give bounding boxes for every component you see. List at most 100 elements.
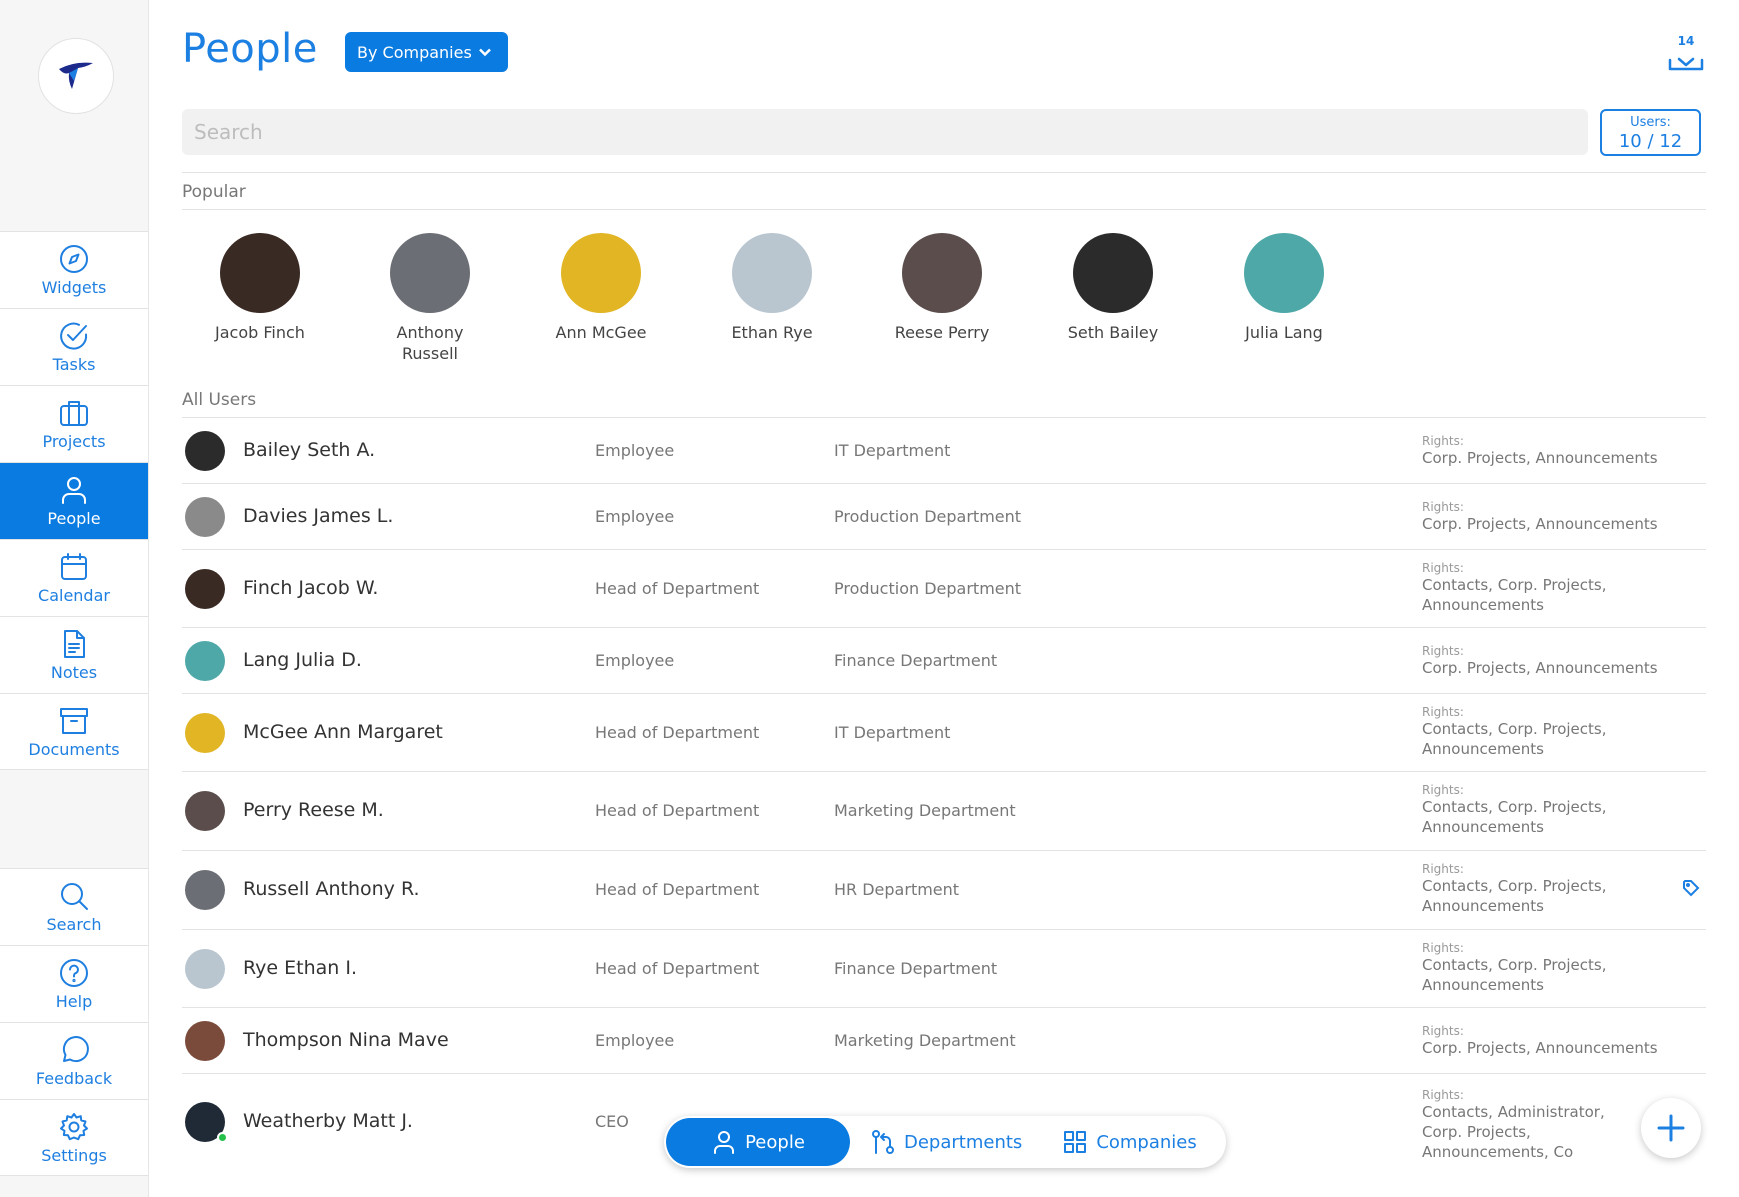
table-row[interactable]: Thompson Nina Mave Employee Marketing De… (182, 1008, 1706, 1074)
table-row[interactable]: Davies James L. Employee Production Depa… (182, 484, 1706, 550)
rights-value: Corp. Projects, Announcements (1422, 515, 1658, 533)
table-row[interactable]: Perry Reese M. Head of Department Market… (182, 772, 1706, 851)
add-user-button[interactable] (1641, 1098, 1701, 1158)
popular-person[interactable]: Anthony Russell (360, 233, 500, 364)
popular-person-name: Ann McGee (555, 323, 647, 342)
rights-label: Rights: (1422, 644, 1464, 658)
popular-person[interactable]: Ethan Rye (702, 233, 842, 343)
help-icon (60, 959, 88, 987)
sidebar: Widgets Tasks Projects People Calendar N… (0, 0, 149, 1197)
sidebar-item-label: Search (46, 915, 102, 934)
popular-person[interactable]: Reese Perry (872, 233, 1012, 343)
rights-value: Contacts, Corp. Projects, Announcements (1422, 877, 1607, 915)
sidebar-bottom-nav: Search Help Feedback Settings (0, 868, 148, 1176)
avatar (185, 569, 225, 609)
avatar (185, 497, 225, 537)
sidebar-main-nav: Widgets Tasks Projects People Calendar N… (0, 231, 148, 770)
main-content: People By Companies 14 Users: 10 / 12 Po… (182, 0, 1706, 1197)
avatar (902, 233, 982, 313)
rights-label: Rights: (1422, 500, 1464, 514)
sidebar-item-settings[interactable]: Settings (0, 1099, 148, 1176)
user-department: Production Department (834, 579, 1022, 598)
user-rights: Rights: Contacts, Corp. Projects, Announ… (1422, 561, 1662, 615)
user-name: Weatherby Matt J. (243, 1110, 413, 1132)
sidebar-item-people[interactable]: People (0, 462, 148, 539)
user-name: Perry Reese M. (243, 799, 384, 821)
avatar (1073, 233, 1153, 313)
sidebar-item-calendar[interactable]: Calendar (0, 539, 148, 616)
avatar (185, 641, 225, 681)
downloads-button[interactable]: 14 (1666, 34, 1706, 74)
person-icon (62, 477, 86, 504)
avatar (185, 1021, 225, 1061)
tab-people[interactable]: People (666, 1118, 850, 1166)
branch-icon (872, 1130, 894, 1154)
table-row[interactable]: Finch Jacob W. Head of Department Produc… (182, 550, 1706, 628)
tab-label: Departments (904, 1131, 1023, 1153)
user-department: Production Department (834, 507, 1022, 526)
sidebar-item-label: Calendar (38, 586, 110, 605)
popular-person-name: Jacob Finch (215, 323, 305, 342)
sidebar-item-label: Documents (28, 739, 120, 759)
chevron-down-icon (478, 48, 491, 57)
popular-person[interactable]: Seth Bailey (1043, 233, 1183, 343)
app-logo[interactable] (38, 38, 114, 114)
user-name: Rye Ethan I. (243, 957, 357, 979)
tab-companies[interactable]: Companies (1042, 1118, 1216, 1166)
sidebar-item-notes[interactable]: Notes (0, 616, 148, 693)
sidebar-item-search[interactable]: Search (0, 868, 148, 945)
search-input[interactable] (182, 109, 1588, 155)
view-switcher: People Departments Companies (664, 1116, 1226, 1168)
table-row[interactable]: Russell Anthony R. Head of Department HR… (182, 851, 1706, 930)
user-role: Employee (595, 507, 675, 526)
downloads-count: 14 (1677, 34, 1695, 48)
sidebar-item-label: Feedback (35, 1069, 113, 1088)
user-rights: Rights: Corp. Projects, Announcements (1422, 500, 1662, 534)
divider (182, 172, 1706, 173)
table-row[interactable]: Bailey Seth A. Employee IT Department Ri… (182, 418, 1706, 484)
avatar (390, 233, 470, 313)
sidebar-item-documents[interactable]: Documents (0, 693, 148, 770)
tab-departments[interactable]: Departments (850, 1118, 1042, 1166)
user-rights: Rights: Contacts, Administrator, Corp. P… (1422, 1088, 1647, 1162)
user-name: Thompson Nina Mave (243, 1029, 449, 1051)
table-row[interactable]: McGee Ann Margaret Head of Department IT… (182, 694, 1706, 772)
group-by-dropdown[interactable]: By Companies (345, 32, 508, 72)
sidebar-item-label: Widgets (41, 278, 107, 297)
divider (182, 209, 1706, 210)
user-rights: Rights: Contacts, Corp. Projects, Announ… (1422, 705, 1662, 759)
all-users-section-label: All Users (182, 390, 257, 410)
user-role: Employee (595, 1031, 675, 1050)
sidebar-item-widgets[interactable]: Widgets (0, 231, 148, 308)
popular-person[interactable]: Jacob Finch (190, 233, 330, 343)
rights-value: Corp. Projects, Announcements (1422, 1039, 1658, 1057)
sidebar-item-tasks[interactable]: Tasks (0, 308, 148, 385)
rights-label: Rights: (1422, 783, 1464, 797)
user-name: McGee Ann Margaret (243, 721, 443, 743)
user-role: Head of Department (595, 959, 760, 978)
user-rights: Rights: Corp. Projects, Announcements (1422, 434, 1662, 468)
user-rights: Rights: Corp. Projects, Announcements (1422, 644, 1662, 678)
swift-logo-icon (59, 62, 93, 89)
users-counter: Users: 10 / 12 (1600, 109, 1701, 156)
popular-person-name: Reese Perry (894, 323, 990, 342)
popular-person[interactable]: Julia Lang (1214, 233, 1354, 343)
sidebar-item-help[interactable]: Help (0, 945, 148, 1022)
user-rights: Rights: Contacts, Corp. Projects, Announ… (1422, 941, 1662, 995)
user-role: Employee (595, 441, 675, 460)
popular-person[interactable]: Ann McGee (531, 233, 671, 343)
tab-label: People (745, 1131, 805, 1153)
table-row[interactable]: Lang Julia D. Employee Finance Departmen… (182, 628, 1706, 694)
users-counter-value: 10 / 12 (1618, 131, 1683, 152)
avatar (185, 713, 225, 753)
avatar (185, 431, 225, 471)
table-row[interactable]: Rye Ethan I. Head of Department Finance … (182, 930, 1706, 1008)
user-name: Lang Julia D. (243, 649, 362, 671)
tag-icon[interactable] (1682, 879, 1700, 897)
sidebar-item-projects[interactable]: Projects (0, 385, 148, 462)
sidebar-item-feedback[interactable]: Feedback (0, 1022, 148, 1099)
gear-icon (60, 1112, 88, 1140)
tab-label: Companies (1096, 1131, 1197, 1153)
user-rights: Rights: Corp. Projects, Announcements (1422, 1024, 1662, 1058)
popular-person-name: Anthony Russell (396, 323, 464, 363)
